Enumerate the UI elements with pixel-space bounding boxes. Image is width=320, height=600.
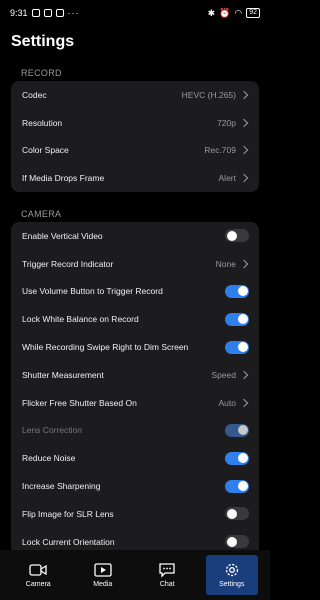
setting-label: Reduce Noise bbox=[22, 453, 76, 464]
setting-row-vertical-video: Enable Vertical Video bbox=[11, 222, 259, 250]
setting-label: Flip Image for SLR Lens bbox=[22, 508, 114, 519]
section-label-camera: CAMERA bbox=[21, 209, 62, 219]
setting-label: While Recording Swipe Right to Dim Scree… bbox=[22, 342, 189, 353]
camera-group: Enable Vertical Video Trigger Record Ind… bbox=[11, 222, 259, 550]
section-label-record: RECORD bbox=[21, 68, 62, 78]
chevron-right-icon bbox=[239, 259, 249, 268]
vertical-video-toggle[interactable] bbox=[225, 229, 249, 243]
setting-value: None bbox=[215, 258, 236, 269]
wifi-icon: ◠ bbox=[234, 7, 243, 18]
setting-label: Increase Sharpening bbox=[22, 481, 101, 492]
chat-icon bbox=[159, 563, 175, 578]
media-icon bbox=[94, 563, 112, 577]
setting-label: Resolution bbox=[22, 117, 63, 128]
setting-value: HEVC (H.265) bbox=[181, 89, 236, 100]
setting-row-swipe-dim: While Recording Swipe Right to Dim Scree… bbox=[11, 333, 259, 361]
chevron-right-icon bbox=[239, 174, 249, 183]
setting-value: 720p bbox=[217, 117, 236, 128]
setting-label: Use Volume Button to Trigger Record bbox=[22, 286, 163, 297]
tab-media[interactable]: Media bbox=[77, 555, 129, 595]
setting-row-lock-white-balance: Lock White Balance on Record bbox=[11, 305, 259, 333]
chevron-right-icon bbox=[239, 146, 249, 155]
tab-label: Media bbox=[93, 581, 113, 588]
chevron-right-icon bbox=[239, 370, 249, 380]
setting-label: If Media Drops Frame bbox=[22, 173, 105, 184]
status-time: 9:31 bbox=[10, 8, 28, 18]
setting-label: Lens Correction bbox=[22, 425, 83, 436]
setting-row-resolution[interactable]: Resolution 720p bbox=[11, 109, 259, 137]
more-notifications: ··· bbox=[67, 8, 80, 18]
bluetooth-icon: ✱ bbox=[207, 7, 216, 18]
setting-label: Shutter Measurement bbox=[22, 369, 104, 380]
notification-icon bbox=[31, 9, 40, 17]
chevron-right-icon bbox=[239, 118, 249, 127]
page-title: Settings bbox=[11, 33, 75, 50]
setting-label: Lock White Balance on Record bbox=[22, 314, 139, 325]
volume-button-toggle[interactable] bbox=[225, 284, 249, 298]
setting-row-volume-button: Use Volume Button to Trigger Record bbox=[11, 278, 259, 306]
record-group: Codec HEVC (H.265) Resolution 720p Color… bbox=[11, 81, 259, 193]
setting-label: Enable Vertical Video bbox=[22, 230, 103, 241]
setting-value: Alert bbox=[218, 173, 236, 184]
setting-row-trigger-record-indicator[interactable]: Trigger Record Indicator None bbox=[11, 250, 259, 278]
lock-orientation-toggle[interactable] bbox=[225, 535, 249, 549]
setting-row-lock-orientation: Lock Current Orientation bbox=[11, 528, 259, 550]
reduce-noise-toggle[interactable] bbox=[225, 451, 249, 465]
alarm-icon: ⏰ bbox=[219, 7, 231, 18]
flip-image-toggle[interactable] bbox=[225, 507, 249, 521]
setting-row-flip-image: Flip Image for SLR Lens bbox=[11, 500, 259, 528]
setting-label: Trigger Record Indicator bbox=[22, 258, 114, 269]
setting-label: Flicker Free Shutter Based On bbox=[22, 397, 137, 408]
setting-row-media-drops-frame[interactable]: If Media Drops Frame Alert bbox=[11, 164, 259, 192]
setting-value: Speed bbox=[211, 369, 236, 380]
tab-label: Settings bbox=[219, 581, 245, 588]
notification-icon bbox=[43, 9, 52, 17]
increase-sharpening-toggle[interactable] bbox=[225, 479, 249, 493]
setting-label: Codec bbox=[22, 89, 47, 100]
tab-chat[interactable]: Chat bbox=[141, 555, 193, 595]
lens-correction-toggle bbox=[225, 423, 249, 437]
notification-icon bbox=[55, 9, 64, 17]
gear-icon bbox=[225, 563, 238, 577]
tab-bar: Camera Media Chat Settings bbox=[0, 550, 270, 600]
setting-row-flicker-free[interactable]: Flicker Free Shutter Based On Auto bbox=[11, 389, 259, 417]
setting-row-shutter-measurement[interactable]: Shutter Measurement Speed bbox=[11, 361, 259, 389]
tab-settings[interactable]: Settings bbox=[205, 555, 258, 595]
chevron-right-icon bbox=[239, 398, 249, 407]
lock-white-balance-toggle[interactable] bbox=[225, 312, 249, 326]
setting-row-lens-correction: Lens Correction bbox=[11, 417, 259, 445]
setting-label: Lock Current Orientation bbox=[22, 536, 115, 547]
tab-label: Chat bbox=[159, 581, 175, 588]
setting-row-color-space[interactable]: Color Space Rec.709 bbox=[11, 137, 259, 165]
setting-row-reduce-noise: Reduce Noise bbox=[11, 444, 259, 472]
battery-icon: 92 bbox=[246, 8, 260, 18]
tab-camera[interactable]: Camera bbox=[12, 555, 64, 595]
camera-icon bbox=[29, 564, 47, 576]
setting-value: Auto bbox=[218, 397, 237, 408]
swipe-dim-toggle[interactable] bbox=[225, 340, 249, 354]
status-bar: 9:31 ··· ✱ ⏰ ◠ 92 bbox=[0, 0, 270, 26]
setting-label: Color Space bbox=[22, 145, 69, 156]
setting-row-codec[interactable]: Codec HEVC (H.265) bbox=[11, 81, 259, 109]
setting-row-increase-sharpening: Increase Sharpening bbox=[11, 472, 259, 500]
chevron-right-icon bbox=[239, 90, 249, 100]
tab-label: Camera bbox=[25, 581, 51, 588]
setting-value: Rec.709 bbox=[204, 145, 236, 156]
